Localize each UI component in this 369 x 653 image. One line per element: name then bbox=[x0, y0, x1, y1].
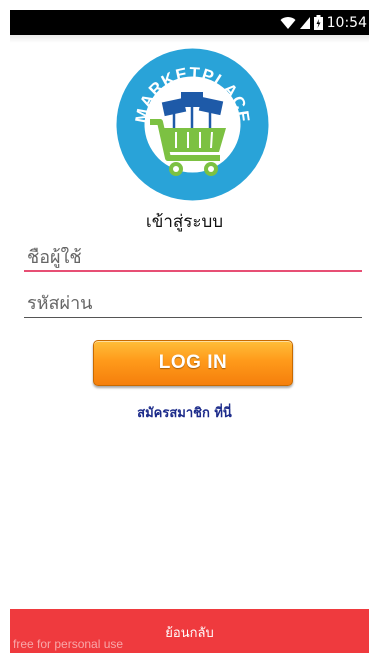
header-shadow bbox=[10, 35, 369, 43]
battery-icon bbox=[313, 15, 323, 30]
wifi-icon bbox=[280, 16, 296, 29]
password-field[interactable] bbox=[24, 292, 362, 318]
status-time: 10:54 bbox=[326, 14, 367, 31]
login-button[interactable]: LOG IN bbox=[93, 340, 293, 386]
bottom-bar: ย้อนกลับ free for personal use bbox=[10, 609, 369, 653]
page-title: เข้าสู่ระบบ bbox=[145, 212, 224, 232]
username-field[interactable] bbox=[24, 247, 362, 272]
status-bar: 10:54 bbox=[10, 10, 369, 35]
signal-icon bbox=[299, 16, 310, 29]
register-link[interactable]: สมัครสมาชิก ที่นี่ bbox=[0, 402, 369, 423]
back-button[interactable]: ย้อนกลับ bbox=[165, 620, 213, 643]
watermark-text: free for personal use bbox=[13, 637, 124, 651]
marketplace-logo: MARKETPLACE bbox=[116, 48, 269, 201]
